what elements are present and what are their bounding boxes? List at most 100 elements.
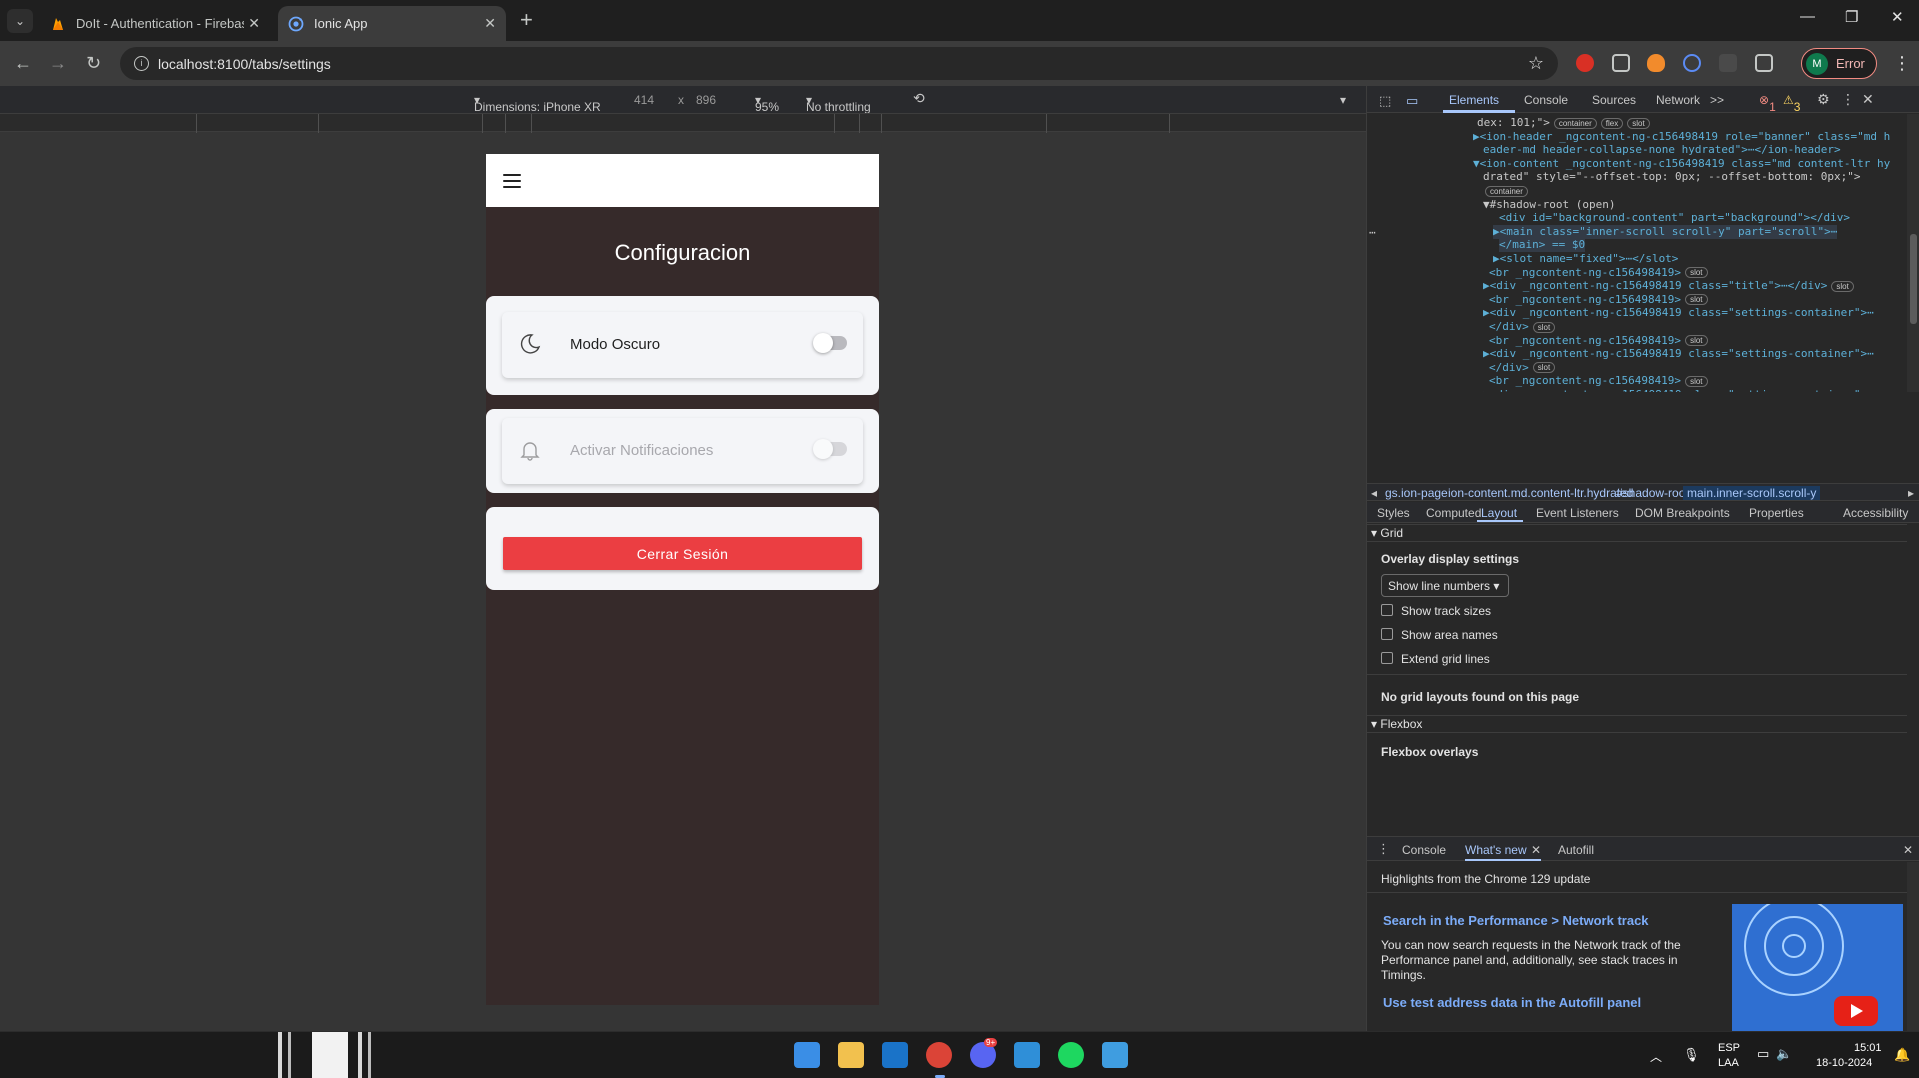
notification-bell-icon[interactable]: 🔔 (1894, 1047, 1910, 1063)
dom-node-line[interactable]: ▶<ion-header _ngcontent-ng-c156498419 ro… (1473, 130, 1890, 144)
close-devtools-icon[interactable]: ✕ (1862, 91, 1874, 108)
outlook-icon[interactable] (882, 1042, 908, 1068)
dom-badge[interactable]: slot (1685, 267, 1708, 279)
extension-red-icon[interactable] (1576, 54, 1594, 72)
show-area-names-checkbox[interactable] (1381, 628, 1393, 640)
warning-count[interactable]: ⚠ 3 (1783, 93, 1800, 114)
chevron-up-icon[interactable]: ︿ (1650, 1048, 1662, 1065)
whats-new-scrollbar[interactable] (1907, 862, 1919, 1031)
zoom-select[interactable]: 95% ▾ (755, 93, 779, 114)
error-count[interactable]: ⊗ 1 (1759, 93, 1776, 114)
device-select[interactable]: Dimensions: iPhone XR ▾ (474, 93, 601, 114)
dom-badge[interactable]: slot (1831, 280, 1854, 292)
dom-badge[interactable]: slot (1685, 335, 1708, 347)
chrome-icon[interactable] (926, 1042, 952, 1068)
tab-event-listeners[interactable]: Event Listeners (1536, 506, 1619, 520)
dom-node-line[interactable]: eader-md header-collapse-none hydrated">… (1483, 143, 1841, 157)
dom-tree[interactable]: dex: 101;"> container flex slot ▶<ion-header… (1367, 114, 1907, 392)
tab-console[interactable]: Console (1524, 93, 1568, 107)
language-layout[interactable]: LAA (1718, 1057, 1739, 1069)
dom-node-line[interactable]: ▼#shadow-root (open) (1483, 198, 1615, 212)
drawer-menu-icon[interactable]: ⋮ (1377, 841, 1390, 857)
media-query-bar[interactable] (0, 113, 1366, 133)
rotate-icon[interactable]: ⟲ (913, 90, 925, 107)
device-toggle-icon[interactable]: ▭ (1406, 93, 1418, 109)
dom-badge[interactable]: slot (1685, 375, 1708, 387)
tab-ionic-app[interactable]: Ionic App ✕ (278, 6, 506, 41)
device-options-icon[interactable]: ▾ (1340, 93, 1346, 107)
dom-badge[interactable]: slot (1685, 294, 1708, 306)
breadcrumb-scroll-right-icon[interactable]: ▸ (1908, 486, 1914, 500)
file-explorer-icon[interactable] (838, 1042, 864, 1068)
volume-icon[interactable]: 🔈 (1776, 1046, 1792, 1062)
dom-node-line[interactable]: ▶<slot name="fixed">⋯</slot> (1493, 252, 1678, 266)
forward-icon[interactable]: → (49, 53, 67, 74)
throttling-select[interactable]: No throttling ▾ (806, 93, 871, 114)
address-bar[interactable]: i localhost:8100/tabs/settings ☆ (120, 47, 1558, 80)
clock-date[interactable]: 18-10-2024 (1816, 1057, 1872, 1069)
network-icon[interactable]: ▭ (1757, 1046, 1769, 1062)
browser-menu-icon[interactable]: ⋮ (1893, 53, 1911, 74)
dom-node-line[interactable]: </div> slot (1489, 320, 1556, 334)
dom-node-line[interactable]: </main> == $0 (1499, 238, 1586, 253)
dom-node-line[interactable]: </div> slot (1489, 361, 1556, 375)
inspect-element-icon[interactable]: ⬚ (1379, 93, 1391, 109)
youtube-play-icon[interactable] (1834, 996, 1878, 1026)
extend-grid-lines-checkbox[interactable] (1381, 652, 1393, 664)
devtools-menu-icon[interactable]: ⋮ (1841, 91, 1855, 108)
dom-node-line[interactable]: ▼<ion-content _ngcontent-ng-c156498419 c… (1473, 157, 1890, 171)
setting-notifications[interactable]: Activar Notificaciones (502, 418, 863, 484)
extension-fire-icon[interactable] (1647, 54, 1665, 72)
extensions-puzzle-icon[interactable] (1755, 54, 1773, 72)
dom-node-line[interactable]: ▶<div _ngcontent-ng-c156498419 class="se… (1483, 347, 1874, 361)
extension-gray-icon[interactable] (1719, 54, 1737, 72)
new-tab-button[interactable]: + (520, 9, 533, 31)
tab-sources[interactable]: Sources (1592, 93, 1636, 107)
dom-node-line[interactable]: drated" style="--offset-top: 0px; --offs… (1483, 170, 1861, 184)
tab-firebase[interactable]: DoIt - Authentication - Firebase ✕ (40, 6, 270, 41)
dom-tree-scrollbar[interactable] (1907, 114, 1919, 392)
flexbox-section-header[interactable]: ▾ Flexbox (1367, 715, 1907, 733)
breadcrumb-item[interactable]: gs.ion-page (1385, 486, 1448, 500)
dom-node-line[interactable]: container (1481, 184, 1528, 198)
vscode-icon[interactable] (1014, 1042, 1040, 1068)
extension-c-icon[interactable] (1612, 54, 1630, 72)
dom-node-line[interactable]: ▶<div _ngcontent-ng-c156498419 class="se… (1483, 306, 1874, 320)
dom-node-line[interactable]: ▶<div _ngcontent-ng-c156498419 class="se… (1483, 388, 1874, 392)
breadcrumb-item[interactable]: #shadow-root (1616, 486, 1689, 500)
show-track-sizes-checkbox[interactable] (1381, 604, 1393, 616)
tab-dom-breakpoints[interactable]: DOM Breakpoints (1635, 506, 1730, 520)
tab-network[interactable]: Network (1656, 93, 1700, 107)
microphone-icon[interactable]: 🎙 (1683, 1047, 1700, 1063)
grid-section-header[interactable]: ▾ Grid (1367, 524, 1907, 542)
close-icon[interactable]: ✕ (484, 15, 496, 32)
close-icon[interactable]: ✕ (1531, 843, 1541, 857)
close-icon[interactable]: ✕ (248, 15, 260, 32)
extension-wave-icon[interactable] (1683, 54, 1701, 72)
dom-node-line[interactable]: <div id="background-content" part="backg… (1499, 211, 1850, 225)
reload-icon[interactable]: ↻ (86, 53, 101, 74)
whats-new-link[interactable]: Search in the Performance > Network trac… (1383, 913, 1649, 928)
dom-badge[interactable]: slot (1627, 117, 1650, 129)
dom-node-line[interactable]: <br _ngcontent-ng-c156498419> slot (1489, 293, 1708, 307)
drawer-tab-autofill[interactable]: Autofill (1558, 843, 1594, 857)
setting-dark-mode[interactable]: Modo Oscuro (502, 312, 863, 378)
tab-accessibility[interactable]: Accessibility (1843, 506, 1908, 520)
dom-node-line[interactable]: <br _ngcontent-ng-c156498419> slot (1489, 334, 1708, 348)
tab-computed[interactable]: Computed (1426, 506, 1481, 520)
snipping-tool-icon[interactable] (1102, 1042, 1128, 1068)
dom-node-line[interactable]: ▶<main class="inner-scroll scroll-y" par… (1493, 224, 1838, 239)
drawer-tab-whats-new[interactable]: What's new (1465, 843, 1527, 857)
spotify-icon[interactable] (1058, 1042, 1084, 1068)
close-drawer-icon[interactable]: ✕ (1903, 843, 1913, 857)
dom-node-line[interactable]: dex: 101;"> container flex slot (1477, 116, 1650, 130)
close-window-icon[interactable]: ✕ (1891, 8, 1904, 26)
tab-layout[interactable]: Layout (1481, 506, 1517, 520)
device-width-input[interactable]: 414 (634, 93, 654, 107)
breadcrumb-item-selected[interactable]: main.inner-scroll.scroll-y (1683, 486, 1821, 500)
notifications-toggle[interactable] (813, 439, 847, 459)
dom-row-menu-icon[interactable]: ⋯ (1369, 226, 1376, 240)
site-info-icon[interactable]: i (134, 56, 149, 71)
logout-button[interactable]: Cerrar Sesión (503, 537, 862, 570)
grid-overlay-select[interactable]: Show line numbers ▾ (1381, 574, 1509, 597)
